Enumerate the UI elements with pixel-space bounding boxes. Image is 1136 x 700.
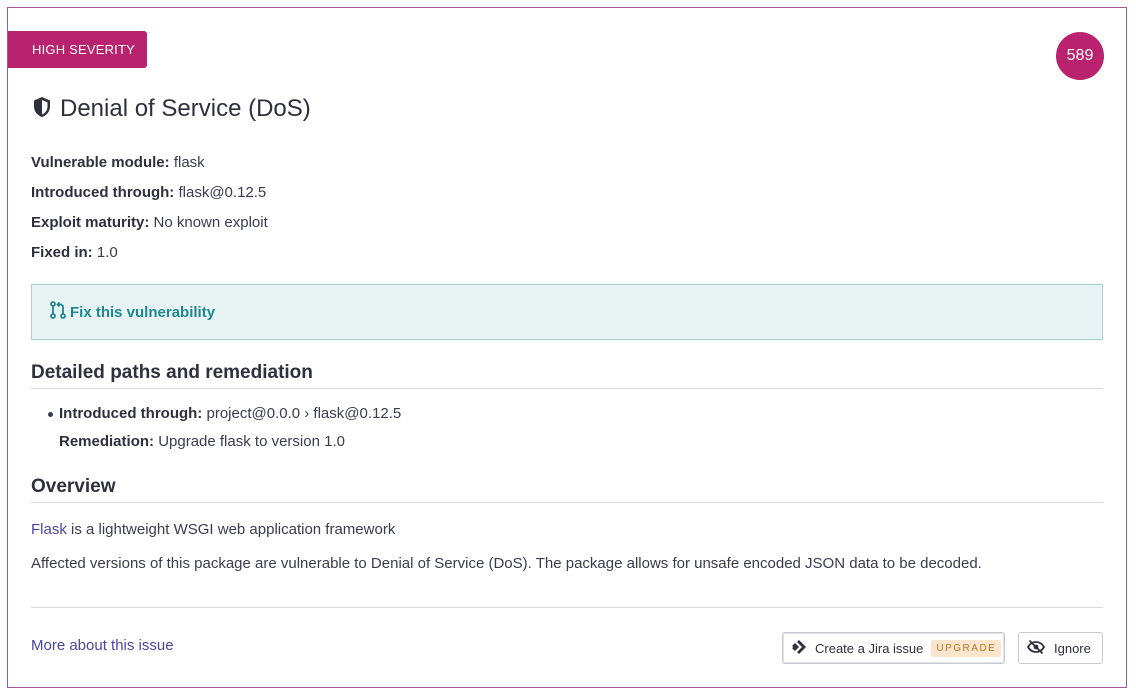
fixed-in-value: 1.0 (96, 244, 118, 261)
vulnerability-card: HIGH SEVERITY 589 Denial of Service (DoS… (7, 7, 1127, 688)
overview-line-2: Affected versions of this package are vu… (31, 555, 982, 572)
overview-heading: Overview (31, 476, 1103, 503)
create-jira-issue-button[interactable]: Create a Jira issue UPGRADE (782, 632, 1005, 664)
more-about-issue-link[interactable]: More about this issue (31, 637, 174, 654)
issue-title-text: Denial of Service (DoS) (60, 95, 311, 122)
fix-vulnerability-button[interactable]: Fix this vulnerability (31, 284, 1103, 340)
vulnerable-module-row: Vulnerable module: flask (31, 148, 268, 178)
introduced-through-value: flask@0.12.5 (178, 184, 267, 201)
footer-divider (31, 607, 1103, 608)
ignore-button[interactable]: Ignore (1018, 632, 1103, 664)
upgrade-tag: UPGRADE (931, 639, 1002, 657)
jira-icon (791, 639, 807, 658)
bullet (48, 412, 53, 417)
exploit-maturity-value: No known exploit (153, 214, 268, 231)
priority-score-badge: 589 (1056, 32, 1104, 80)
detailed-paths-list: Introduced through: project@0.0.0 › flas… (48, 400, 401, 456)
eye-off-icon (1026, 639, 1046, 658)
path-remediation-label: Remediation: (59, 433, 155, 450)
path-introduced-value: project@0.0.0 › flask@0.12.5 (206, 405, 402, 422)
overview-line-1: Flask is a lightweight WSGI web applicat… (31, 520, 395, 540)
vulnerable-module-value: flask (173, 154, 205, 171)
fixed-in-label: Fixed in: (31, 244, 93, 261)
severity-badge: HIGH SEVERITY (8, 31, 148, 68)
path-introduced-row: Introduced through: project@0.0.0 › flas… (48, 400, 401, 428)
fixed-in-row: Fixed in: 1.0 (31, 238, 268, 268)
ignore-label: Ignore (1054, 640, 1091, 656)
detailed-paths-heading: Detailed paths and remediation (31, 362, 1103, 389)
issue-title: Denial of Service (DoS) (32, 94, 311, 124)
fix-vulnerability-label: Fix this vulnerability (70, 303, 216, 321)
exploit-maturity-row: Exploit maturity: No known exploit (31, 208, 268, 238)
exploit-maturity-label: Exploit maturity: (31, 214, 150, 231)
overview-line-1-text: is a lightweight WSGI web application fr… (66, 521, 396, 538)
vulnerable-module-label: Vulnerable module: (31, 154, 170, 171)
shield-icon (32, 96, 52, 123)
create-jira-issue-label: Create a Jira issue (815, 640, 924, 656)
flask-link[interactable]: Flask (31, 521, 67, 538)
path-remediation-value: Upgrade flask to version 1.0 (158, 433, 345, 450)
introduced-through-row: Introduced through: flask@0.12.5 (31, 178, 268, 208)
introduced-through-label: Introduced through: (31, 184, 175, 201)
pull-request-icon (48, 300, 68, 325)
issue-meta: Vulnerable module: flask Introduced thro… (31, 148, 268, 268)
path-remediation-row: Remediation: Upgrade flask to version 1.… (48, 428, 401, 456)
path-introduced-label: Introduced through: (59, 405, 203, 422)
